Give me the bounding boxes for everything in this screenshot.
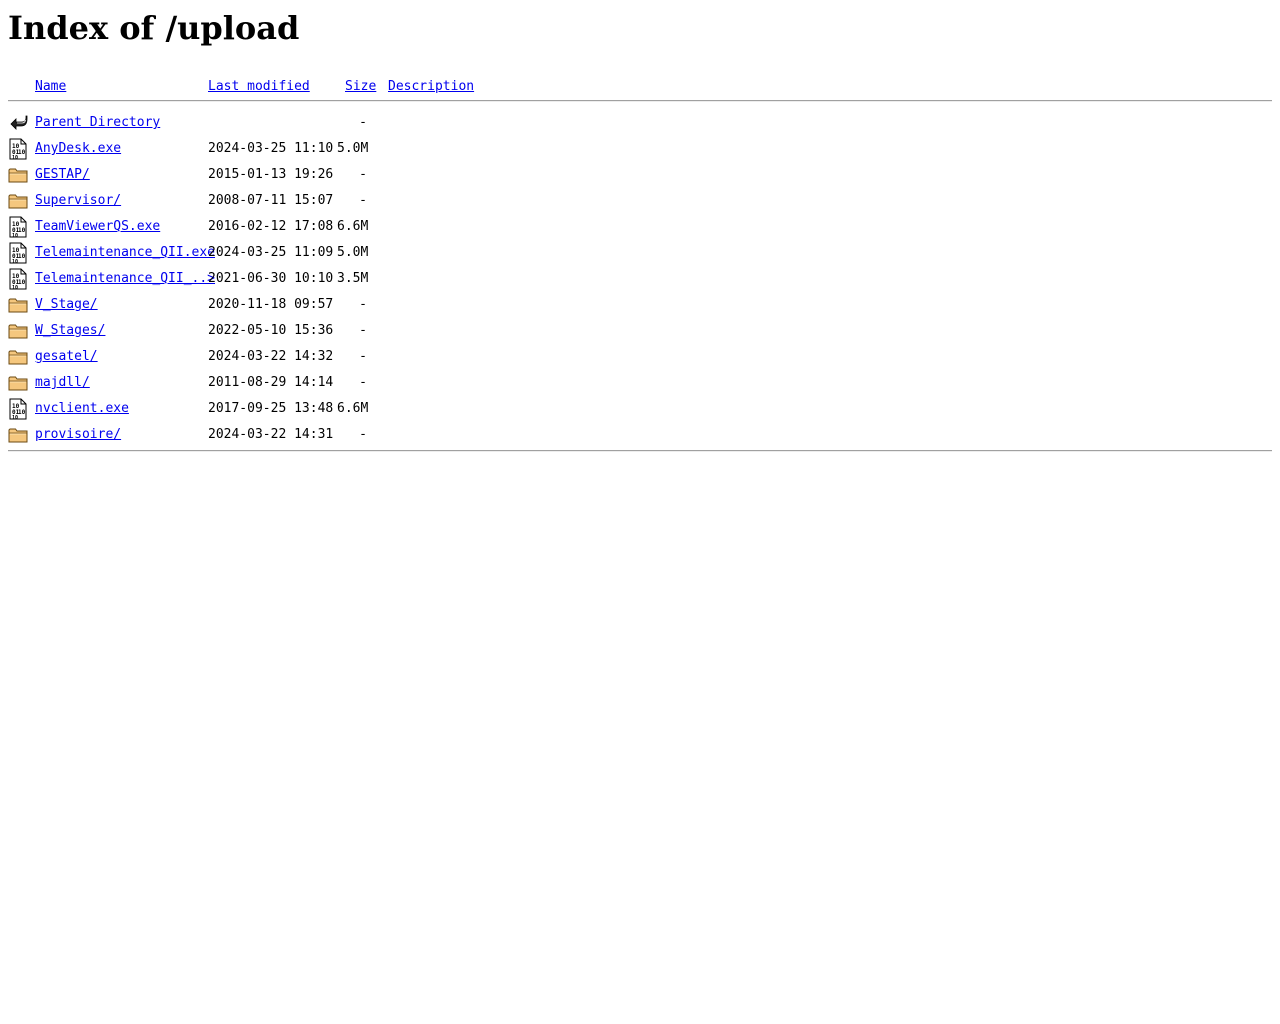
binary-icon: 10 01 10 10	[8, 398, 28, 420]
binary-icon: 10 01 10 10	[8, 138, 28, 160]
svg-text:10: 10	[18, 279, 26, 286]
sort-by-name-link[interactable]: Name	[35, 74, 66, 100]
svg-text:10: 10	[18, 149, 26, 156]
file-link[interactable]: Supervisor/	[35, 188, 121, 214]
folder-icon	[8, 373, 28, 393]
svg-text:10: 10	[12, 259, 18, 264]
size-cell: 5.0M	[337, 141, 369, 156]
last-modified-cell: 2021-06-30 10:10	[208, 271, 334, 286]
file-list: Parent Directory - 10 01 10 10 AnyDesk.exe 2024…	[8, 110, 1272, 448]
file-link[interactable]: Telemaintenance_QII.exe	[35, 240, 215, 266]
svg-text:10: 10	[12, 415, 18, 420]
last-modified-cell: 2020-11-18 09:57	[208, 297, 334, 312]
size-cell: -	[359, 349, 367, 364]
size-cell: 6.6M	[337, 401, 369, 416]
svg-text:10: 10	[18, 227, 26, 234]
blank-icon	[8, 78, 28, 98]
file-link[interactable]: majdll/	[35, 370, 90, 396]
file-link[interactable]: V_Stage/	[35, 292, 98, 318]
folder-icon	[8, 295, 28, 315]
size-cell: -	[359, 323, 367, 338]
last-modified-cell: 2016-02-12 17:08	[208, 219, 334, 234]
last-modified-cell: 2017-09-25 13:48	[208, 401, 334, 416]
last-modified-cell: 2024-03-22 14:32	[208, 349, 334, 364]
last-modified-cell: 2024-03-22 14:31	[208, 427, 334, 442]
table-row: provisoire/2024-03-22 14:31 -	[8, 422, 1272, 448]
file-link[interactable]: gesatel/	[35, 344, 98, 370]
table-row: majdll/2011-08-29 14:14 -	[8, 370, 1272, 396]
last-modified-cell: 2011-08-29 14:14	[208, 375, 334, 390]
file-link[interactable]: AnyDesk.exe	[35, 136, 121, 162]
size-cell: -	[359, 193, 367, 208]
svg-text:10: 10	[12, 155, 18, 160]
folder-icon	[8, 321, 28, 341]
file-link[interactable]: Telemaintenance_QII_..>	[35, 266, 215, 292]
last-modified-cell: 2024-03-25 11:09	[208, 245, 334, 260]
folder-icon	[8, 347, 28, 367]
file-link[interactable]: TeamViewerQS.exe	[35, 214, 160, 240]
sort-by-last-modified-link[interactable]: Last modified	[208, 74, 310, 100]
folder-icon	[8, 165, 28, 185]
table-row: Supervisor/2008-07-11 15:07 -	[8, 188, 1272, 214]
table-row: 10 01 10 10 Telemaintenance_QII_..> 2021-06-3…	[8, 266, 1272, 292]
size-cell: -	[359, 297, 367, 312]
binary-icon: 10 01 10 10	[8, 242, 28, 264]
sort-by-size-link[interactable]: Size	[345, 74, 376, 100]
table-row: 10 01 10 10 Telemaintenance_QII.exe 2024-03-2…	[8, 240, 1272, 266]
file-link[interactable]: nvclient.exe	[35, 396, 129, 422]
size-cell: 6.6M	[337, 219, 369, 234]
size-cell: 5.0M	[337, 245, 369, 260]
page-title: Index of /upload	[8, 9, 300, 47]
size-cell: -	[359, 375, 367, 390]
svg-text:10: 10	[18, 409, 26, 416]
size-cell: -	[359, 427, 367, 442]
table-row: W_Stages/2022-05-10 15:36 -	[8, 318, 1272, 344]
directory-listing: Name Last modified Size Description Pare…	[8, 74, 1272, 452]
folder-icon	[8, 191, 28, 211]
parent-directory-row: Parent Directory -	[8, 110, 1272, 136]
last-modified-cell: 2015-01-13 19:26	[208, 167, 334, 182]
last-modified-cell: 2022-05-10 15:36	[208, 323, 334, 338]
binary-icon: 10 01 10 10	[8, 216, 28, 238]
binary-icon: 10 01 10 10	[8, 268, 28, 290]
last-modified-cell: 2008-07-11 15:07	[208, 193, 334, 208]
size-cell: -	[359, 115, 367, 130]
header-divider	[8, 100, 1272, 102]
footer-divider	[8, 450, 1272, 452]
folder-icon	[8, 425, 28, 445]
svg-text:10: 10	[12, 233, 18, 238]
column-header-row: Name Last modified Size Description	[8, 74, 1272, 98]
svg-text:10: 10	[18, 253, 26, 260]
sort-by-description-link[interactable]: Description	[388, 74, 474, 100]
file-link[interactable]: W_Stages/	[35, 318, 105, 344]
table-row: GESTAP/2015-01-13 19:26 -	[8, 162, 1272, 188]
size-cell: -	[359, 167, 367, 182]
size-cell: 3.5M	[337, 271, 369, 286]
table-row: 10 01 10 10 TeamViewerQS.exe 2016-02-12 17:08…	[8, 214, 1272, 240]
file-link[interactable]: GESTAP/	[35, 162, 90, 188]
table-row: V_Stage/2020-11-18 09:57 -	[8, 292, 1272, 318]
parent-directory-link[interactable]: Parent Directory	[35, 110, 160, 136]
table-row: 10 01 10 10 AnyDesk.exe 2024-03-25 11:10 5.0M	[8, 136, 1272, 162]
svg-text:10: 10	[12, 285, 18, 290]
file-link[interactable]: provisoire/	[35, 422, 121, 448]
last-modified-cell: 2024-03-25 11:10	[208, 141, 334, 156]
table-row: 10 01 10 10 nvclient.exe 2017-09-25 13:48 6.6M	[8, 396, 1272, 422]
table-row: gesatel/2024-03-22 14:32 -	[8, 344, 1272, 370]
back-icon	[8, 113, 28, 133]
